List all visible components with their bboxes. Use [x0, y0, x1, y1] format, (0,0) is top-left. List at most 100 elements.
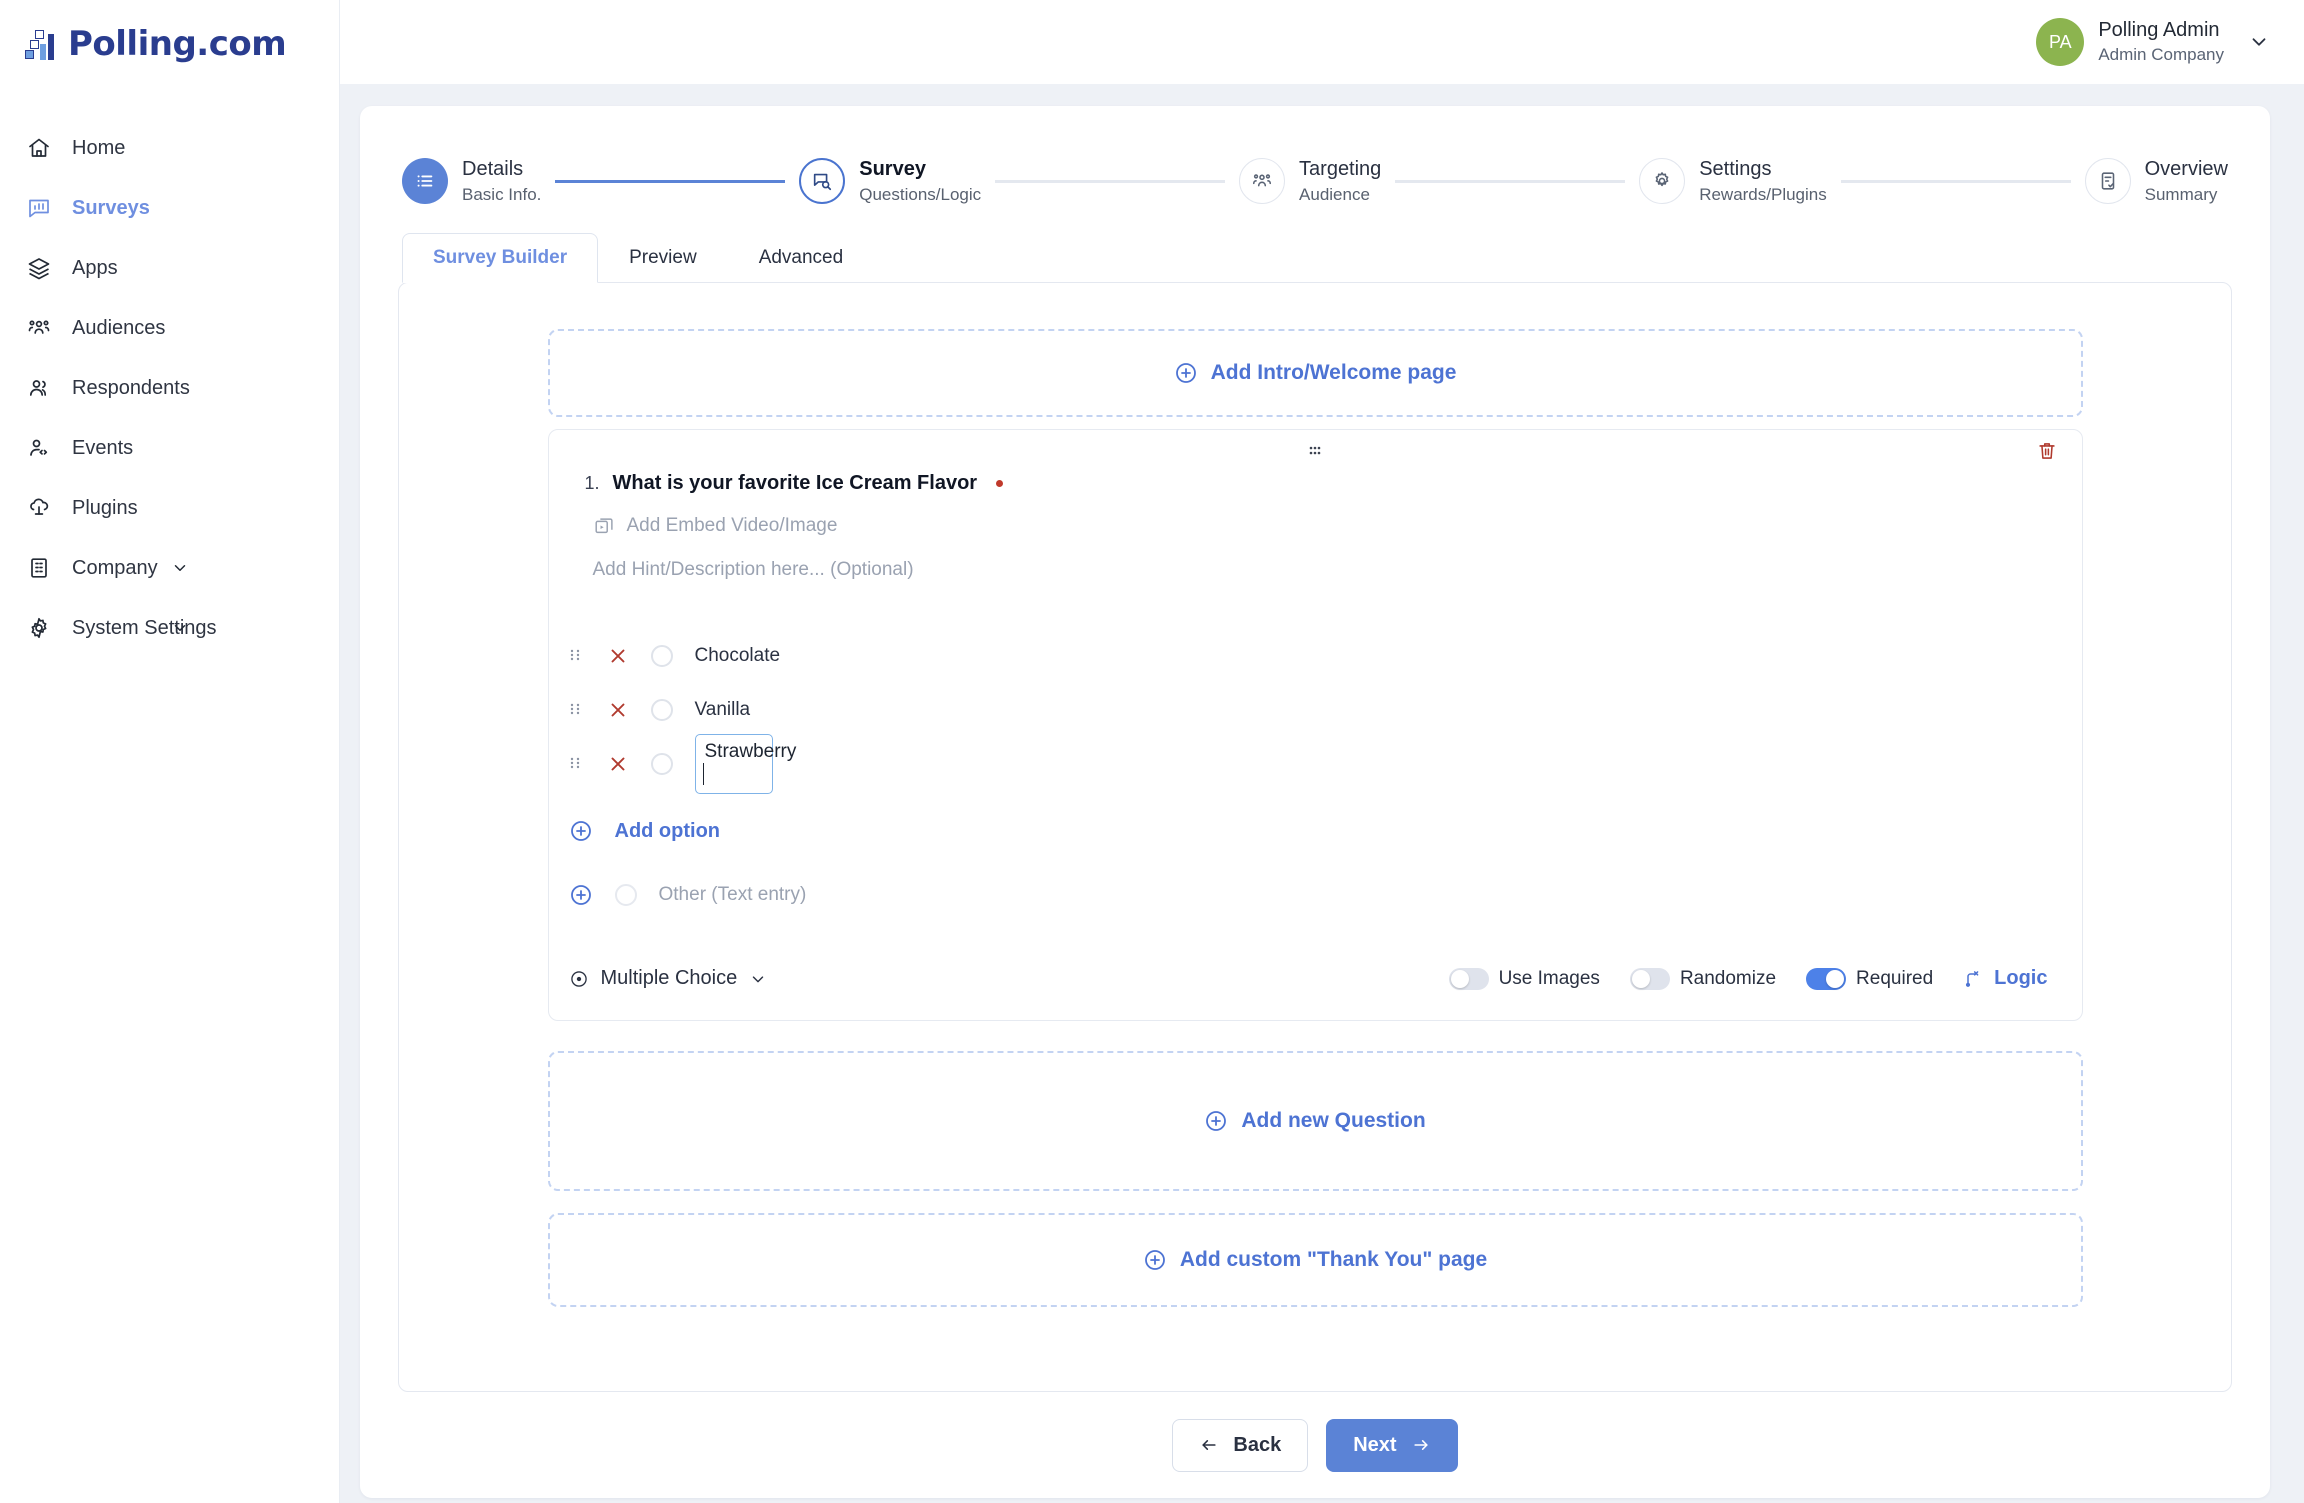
remove-option-icon[interactable]	[607, 645, 629, 667]
sidebar-item-respondents[interactable]: Respondents	[0, 358, 339, 418]
question-title-row[interactable]: 1. What is your favorite Ice Cream Flavo…	[549, 472, 2082, 495]
wizard-connector	[555, 179, 786, 183]
tab-preview[interactable]: Preview	[598, 233, 728, 283]
add-intro-label: Add Intro/Welcome page	[1210, 361, 1457, 384]
trash-icon[interactable]	[2036, 440, 2058, 462]
wizard-step-title: Targeting	[1299, 158, 1382, 181]
sidebar-item-label: Events	[72, 436, 134, 459]
sidebar-item-apps[interactable]: Apps	[0, 238, 339, 298]
add-embed-media-button[interactable]: Add Embed Video/Image	[549, 515, 2082, 537]
brand-name: Polling.com	[68, 24, 287, 64]
drag-grip-icon[interactable]	[1307, 443, 1323, 459]
sidebar-item-surveys[interactable]: Surveys	[0, 178, 339, 238]
wizard-step-overview[interactable]: Overview Summary	[2084, 155, 2228, 207]
wizard-connector	[1395, 179, 1626, 183]
add-new-question-button[interactable]: Add new Question	[547, 1051, 2083, 1191]
audience-group-icon	[1239, 157, 1286, 204]
logic-label: Logic	[1994, 967, 2048, 989]
question-card-header	[549, 430, 2082, 472]
wizard-step-details[interactable]: Details Basic Info.	[402, 155, 541, 207]
option-text-input[interactable]: Strawberry	[694, 734, 796, 794]
sidebar-item-plugins[interactable]: Plugins	[0, 478, 339, 538]
drag-grip-icon[interactable]	[569, 647, 585, 665]
media-embed-icon	[593, 515, 615, 537]
sidebar-nav: Home Surveys Apps Audiences Respondents …	[0, 118, 339, 658]
wizard-step-subtitle: Summary	[2144, 185, 2218, 205]
sidebar-item-label: Audiences	[72, 316, 166, 339]
option-radio[interactable]	[650, 753, 673, 775]
wizard-footer: Back Next	[360, 1392, 2270, 1498]
toggle-label: Use Images	[1498, 967, 1600, 989]
option-label[interactable]: Vanilla	[695, 699, 751, 721]
toggle-required[interactable]: Required	[1806, 967, 1934, 990]
wizard-step-subtitle: Basic Info.	[462, 185, 542, 205]
remove-option-icon[interactable]	[607, 753, 629, 775]
option-input-value: Strawberry	[704, 741, 797, 762]
page-stage: Details Basic Info. Survey Questions/Log…	[340, 84, 2304, 1503]
next-button[interactable]: Next	[1326, 1418, 1458, 1472]
wizard-step-subtitle: Questions/Logic	[859, 185, 982, 205]
options-list: Chocolate Vanilla Strawberry Add option …	[549, 629, 2082, 917]
avatar[interactable]: PA	[2036, 18, 2085, 66]
tab-survey-builder[interactable]: Survey Builder	[402, 233, 599, 283]
user-company: Admin Company	[2098, 45, 2224, 65]
question-type-dropdown[interactable]: Multiple Choice	[569, 967, 768, 990]
back-button[interactable]: Back	[1172, 1418, 1309, 1472]
toggle-track	[1806, 967, 1847, 990]
question-number: 1.	[584, 473, 600, 493]
option-row: Chocolate	[549, 629, 2082, 683]
brand-logo[interactable]: Polling.com	[0, 0, 339, 88]
plus-circle-icon	[1174, 361, 1198, 385]
audience-group-icon	[26, 315, 52, 341]
wizard-step-title: Settings	[1699, 158, 1772, 181]
toggle-use-images[interactable]: Use Images	[1448, 967, 1600, 990]
clipboard-check-icon	[2084, 157, 2131, 204]
gear-icon	[1639, 157, 1686, 204]
add-intro-page-button[interactable]: Add Intro/Welcome page	[547, 329, 2083, 417]
plus-circle-icon	[569, 819, 593, 843]
logic-button[interactable]: Logic	[1963, 967, 2048, 990]
layers-icon	[26, 255, 52, 281]
add-other-option-row[interactable]: Other (Text entry)	[549, 873, 2082, 917]
wizard-connector	[995, 179, 1226, 183]
remove-option-icon[interactable]	[607, 699, 629, 721]
wizard-step-title: Details	[462, 158, 524, 181]
question-title[interactable]: What is your favorite Ice Cream Flavor	[613, 472, 978, 495]
chevron-down-icon[interactable]	[171, 559, 189, 577]
add-option-button[interactable]: Add option	[549, 809, 2082, 853]
drag-grip-icon[interactable]	[569, 755, 585, 773]
drag-grip-icon[interactable]	[569, 701, 585, 719]
sidebar-item-events[interactable]: Events	[0, 418, 339, 478]
wizard-step-title: Overview	[2144, 158, 2228, 181]
sidebar-item-company[interactable]: Company	[0, 538, 339, 598]
chevron-down-icon	[749, 970, 767, 988]
question-type-label: Multiple Choice	[600, 967, 738, 989]
tab-advanced[interactable]: Advanced	[728, 233, 875, 283]
option-radio[interactable]	[650, 699, 673, 721]
toggle-knob	[1631, 969, 1650, 988]
main-area: PA Polling Admin Admin Company Details B…	[340, 0, 2304, 1503]
plus-circle-icon[interactable]	[569, 883, 593, 907]
add-thank-you-page-button[interactable]: Add custom "Thank You" page	[547, 1213, 2083, 1307]
toggle-randomize[interactable]: Randomize	[1629, 967, 1776, 990]
survey-builder-panel: Add Intro/Welcome page 1. What is your f…	[398, 282, 2232, 1392]
toggle-label: Required	[1856, 967, 1934, 989]
wizard-steps: Details Basic Info. Survey Questions/Log…	[360, 106, 2270, 226]
sidebar-item-home[interactable]: Home	[0, 118, 339, 178]
chevron-down-icon[interactable]	[2248, 31, 2270, 53]
sidebar-item-label: Plugins	[72, 496, 138, 519]
toggle-knob	[1826, 969, 1845, 988]
wizard-step-settings[interactable]: Settings Rewards/Plugins	[1639, 155, 1827, 207]
sidebar-item-system-settings[interactable]: System Settings	[0, 598, 339, 658]
sidebar-item-audiences[interactable]: Audiences	[0, 298, 339, 358]
wizard-step-targeting[interactable]: Targeting Audience	[1239, 155, 1381, 207]
chevron-down-icon[interactable]	[171, 619, 189, 637]
hint-description-input[interactable]: Add Hint/Description here... (Optional)	[549, 559, 2082, 581]
toggle-track	[1629, 967, 1670, 990]
wizard-step-survey[interactable]: Survey Questions/Logic	[799, 155, 981, 207]
wizard-step-subtitle: Rewards/Plugins	[1699, 185, 1827, 205]
option-radio[interactable]	[650, 645, 673, 667]
user-code-icon	[26, 435, 52, 461]
sidebar-item-label: System Settings	[72, 616, 217, 639]
option-label[interactable]: Chocolate	[695, 645, 781, 667]
